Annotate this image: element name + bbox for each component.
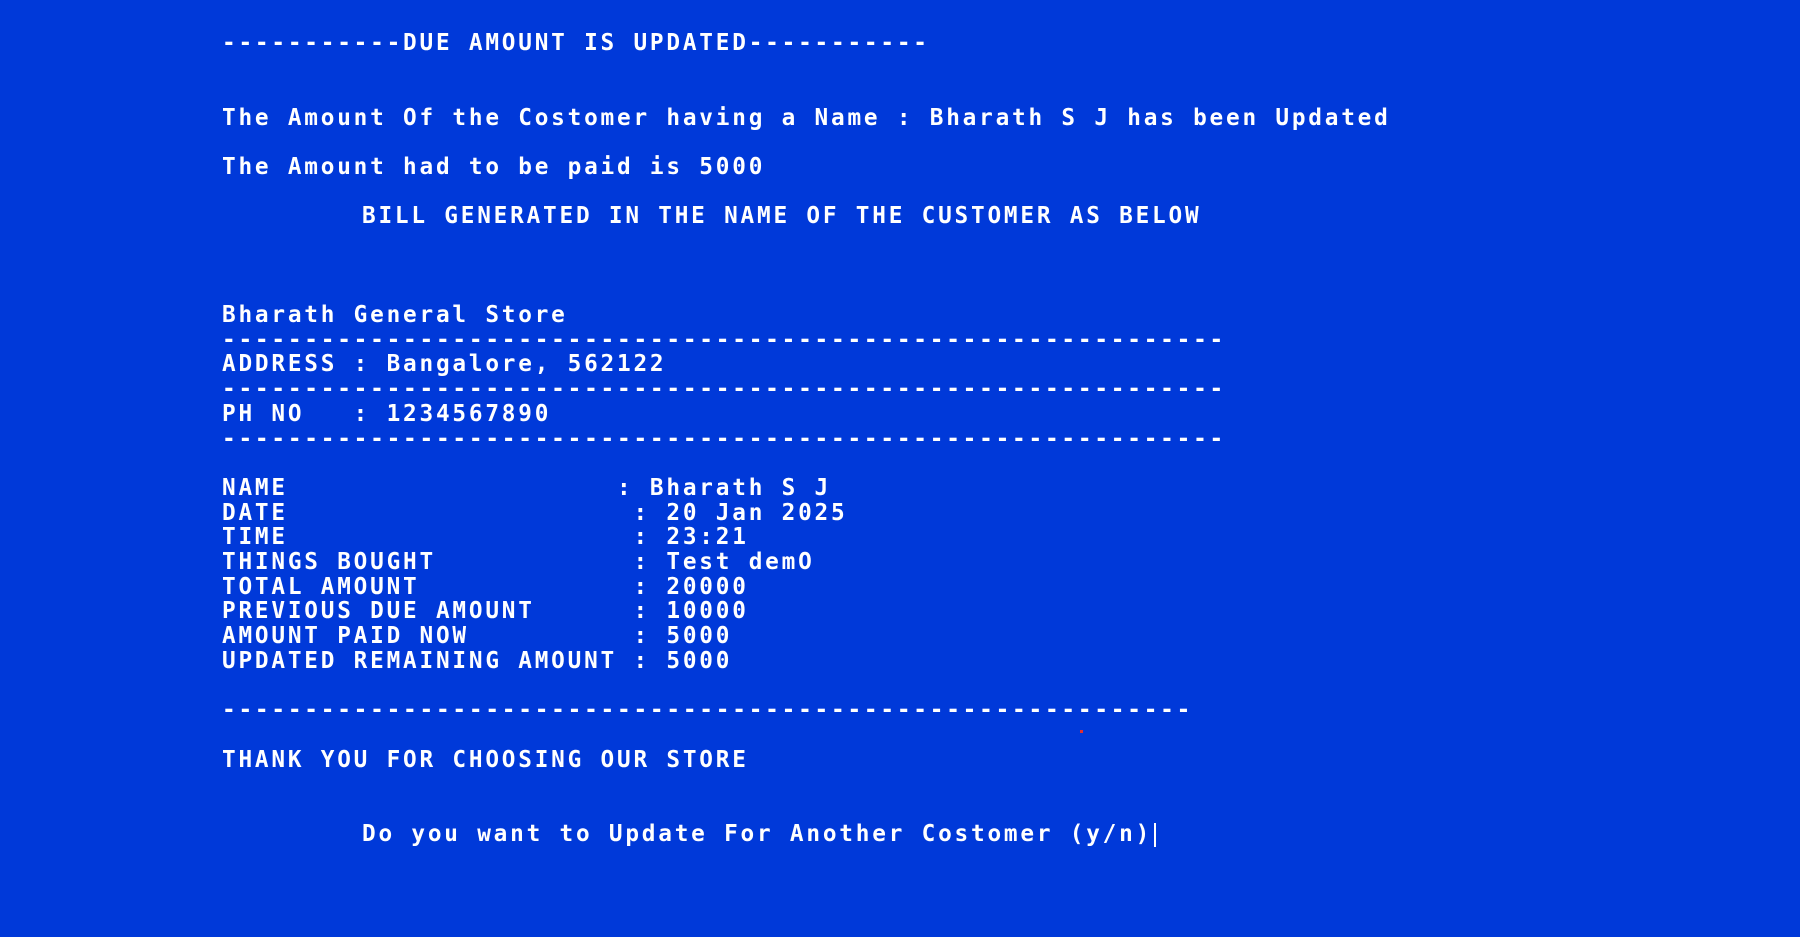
bill-row-name: NAME : Bharath S J — [222, 475, 831, 501]
store-name: Bharath General Store — [222, 302, 568, 328]
thank-you-message: THANK YOU FOR CHOOSING OUR STORE — [222, 747, 749, 773]
text-cursor[interactable] — [1154, 822, 1157, 847]
bill-row-previous-due: PREVIOUS DUE AMOUNT : 10000 — [222, 598, 749, 624]
bill-row-amount-paid: AMOUNT PAID NOW : 5000 — [222, 623, 733, 649]
bill-row-remaining: UPDATED REMAINING AMOUNT : 5000 — [222, 648, 733, 674]
due-amount-message: The Amount had to be paid is 5000 — [222, 154, 766, 180]
continue-prompt-line[interactable]: Do you want to Update For Another Costom… — [362, 821, 1157, 847]
bill-heading: BILL GENERATED IN THE NAME OF THE CUSTOM… — [362, 203, 1202, 229]
bill-row-time: TIME : 23:21 — [222, 524, 749, 550]
separator-1: ----------------------------------------… — [222, 327, 1226, 353]
stray-pixel — [1080, 730, 1083, 733]
separator-3: ----------------------------------------… — [222, 426, 1226, 452]
separator-2: ----------------------------------------… — [222, 376, 1226, 402]
bill-row-date: DATE : 20 Jan 2025 — [222, 500, 848, 526]
bill-row-total-amount: TOTAL AMOUNT : 20000 — [222, 574, 749, 600]
console-window[interactable]: -----------DUE AMOUNT IS UPDATED--------… — [0, 0, 1800, 937]
store-phone: PH NO : 1234567890 — [222, 401, 552, 427]
banner-due-updated: -----------DUE AMOUNT IS UPDATED--------… — [222, 30, 930, 56]
updated-message: The Amount Of the Costomer having a Name… — [222, 105, 1391, 131]
continue-prompt: Do you want to Update For Another Costom… — [362, 821, 1153, 847]
separator-footer: ----------------------------------------… — [222, 697, 1194, 723]
store-address: ADDRESS : Bangalore, 562122 — [222, 351, 667, 377]
bill-row-things-bought: THINGS BOUGHT : Test demO — [222, 549, 815, 575]
